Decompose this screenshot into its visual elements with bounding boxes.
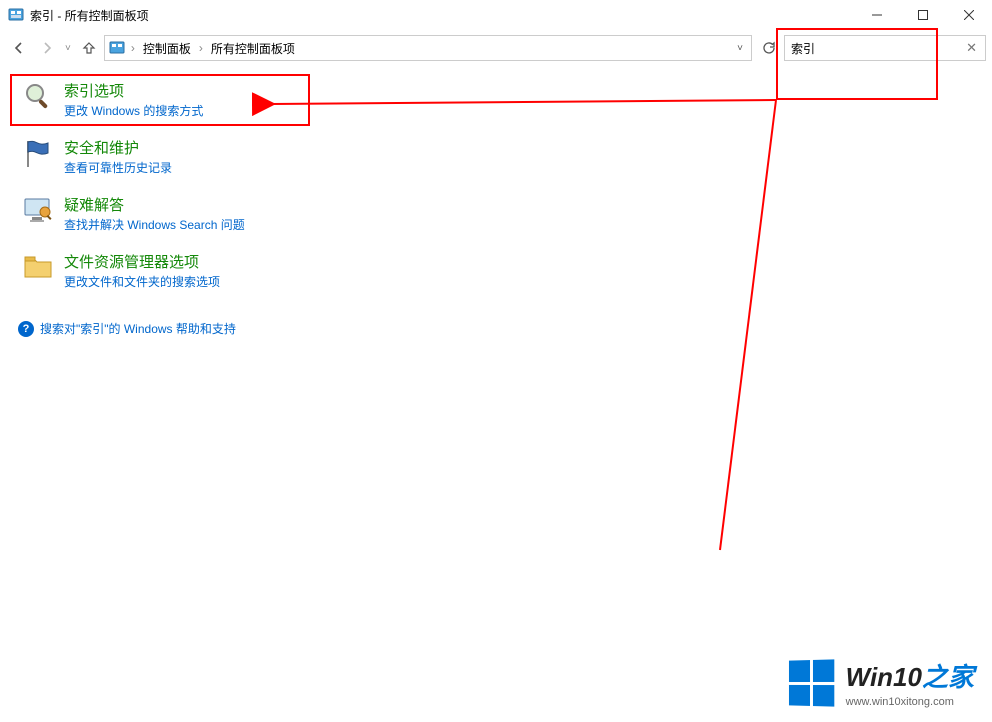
result-troubleshooting[interactable]: 疑难解答 查找并解决 Windows Search 问题 xyxy=(18,188,974,239)
result-desc[interactable]: 查看可靠性历史记录 xyxy=(64,159,172,176)
watermark-url: www.win10xitong.com xyxy=(846,696,954,708)
help-link[interactable]: ? 搜索对"索引"的 Windows 帮助和支持 xyxy=(18,320,974,337)
help-text: 搜索对"索引"的 Windows 帮助和支持 xyxy=(40,320,236,337)
search-input[interactable]: 索引 ✕ xyxy=(784,35,986,61)
result-title[interactable]: 文件资源管理器选项 xyxy=(64,251,220,272)
forward-button[interactable] xyxy=(34,35,60,61)
navigation-row: ˅ › 控制面板 › 所有控制面板项 ˅ 索引 ✕ xyxy=(0,30,992,66)
folder-icon xyxy=(22,251,54,283)
window-controls xyxy=(854,0,992,30)
help-icon: ? xyxy=(18,321,34,337)
window-title: 索引 - 所有控制面板项 xyxy=(30,7,854,24)
result-title[interactable]: 索引选项 xyxy=(64,80,203,101)
windows-logo-icon xyxy=(789,659,834,706)
result-indexing-options[interactable]: 索引选项 更改 Windows 的搜索方式 xyxy=(18,74,974,125)
clear-search-icon[interactable]: ✕ xyxy=(964,40,979,56)
breadcrumb-separator: › xyxy=(197,41,205,55)
breadcrumb-bar[interactable]: › 控制面板 › 所有控制面板项 ˅ xyxy=(104,35,752,61)
monitor-icon xyxy=(22,194,54,226)
result-file-explorer-options[interactable]: 文件资源管理器选项 更改文件和文件夹的搜索选项 xyxy=(18,245,974,296)
flag-icon xyxy=(22,137,54,169)
result-title[interactable]: 安全和维护 xyxy=(64,137,172,158)
breadcrumb-current[interactable]: 所有控制面板项 xyxy=(209,40,297,57)
result-desc[interactable]: 查找并解决 Windows Search 问题 xyxy=(64,216,245,233)
close-button[interactable] xyxy=(946,0,992,30)
result-title[interactable]: 疑难解答 xyxy=(64,194,245,215)
maximize-button[interactable] xyxy=(900,0,946,30)
refresh-button[interactable] xyxy=(756,35,782,61)
watermark: Win10之家 www.win10xitong.com xyxy=(788,657,974,708)
breadcrumb-separator: › xyxy=(129,41,137,55)
control-panel-icon xyxy=(8,7,24,23)
up-button[interactable] xyxy=(76,35,102,61)
breadcrumb-root[interactable]: 控制面板 xyxy=(141,40,193,57)
results-area: 索引选项 更改 Windows 的搜索方式 安全和维护 查看可靠性历史记录 xyxy=(0,66,992,345)
titlebar: 索引 - 所有控制面板项 xyxy=(0,0,992,30)
result-desc[interactable]: 更改文件和文件夹的搜索选项 xyxy=(64,273,220,290)
back-button[interactable] xyxy=(6,35,32,61)
result-security-maintenance[interactable]: 安全和维护 查看可靠性历史记录 xyxy=(18,131,974,182)
search-value: 索引 xyxy=(791,40,964,57)
magnifier-icon xyxy=(22,80,54,112)
result-desc[interactable]: 更改 Windows 的搜索方式 xyxy=(64,102,203,119)
breadcrumb-dropdown-caret[interactable]: ˅ xyxy=(737,43,747,54)
recent-locations-caret[interactable]: ˅ xyxy=(62,43,74,54)
minimize-button[interactable] xyxy=(854,0,900,30)
control-panel-icon xyxy=(109,40,125,56)
watermark-brand: Win10之家 xyxy=(846,657,974,694)
